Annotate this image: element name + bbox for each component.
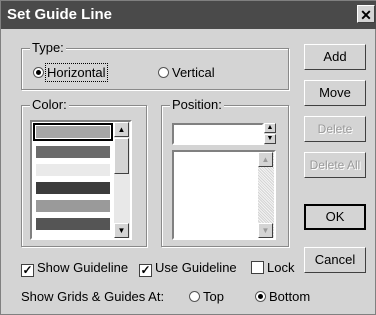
color-swatch[interactable] [36,200,110,212]
type-group: Type: Horizontal Vertical [21,40,289,90]
scroll-up-icon[interactable]: ▲ [258,152,273,167]
vertical-radio[interactable]: Vertical [158,65,215,80]
color-swatch-selected[interactable] [33,123,113,141]
add-button[interactable]: Add [304,44,366,70]
title-bar[interactable]: Set Guide Line ✕ [1,1,376,29]
radio-dot-icon [255,291,266,302]
ok-button[interactable]: OK [304,204,366,230]
scroll-thumb[interactable] [114,138,129,174]
bottom-label: Bottom [269,289,311,304]
spin-up-icon[interactable]: ▲ [264,123,276,133]
horizontal-radio[interactable]: Horizontal [33,63,108,82]
position-input[interactable] [172,123,264,145]
position-list[interactable]: ▲ ▼ [172,150,276,240]
close-icon: ✕ [360,7,372,23]
color-swatch[interactable] [36,164,110,176]
spin-down-icon[interactable]: ▼ [264,134,276,144]
window-title: Set Guide Line [7,6,113,23]
set-guide-line-dialog: Set Guide Line ✕ Type: Horizontal Vertic… [0,0,376,315]
show-guideline-label: Show Guideline [37,260,129,275]
color-swatch[interactable] [36,218,110,230]
lock-checkbox[interactable]: Lock [251,260,294,275]
type-label: Type: [30,40,66,55]
color-swatch[interactable] [36,182,110,194]
position-group: Position: ▲ ▼ ▲ ▼ [161,97,289,247]
scroll-up-icon[interactable]: ▲ [114,122,129,137]
color-list-scrollbar[interactable]: ▲ ▼ [114,122,130,238]
close-button[interactable]: ✕ [357,5,375,23]
horizontal-label: Horizontal [45,63,108,82]
top-radio[interactable]: Top [189,289,224,304]
scroll-down-icon[interactable]: ▼ [258,223,273,238]
color-label: Color: [30,97,69,112]
show-grids-label: Show Grids & Guides At: [21,289,165,304]
top-label: Top [203,289,224,304]
show-guideline-checkbox[interactable]: ✓ Show Guideline [21,260,128,277]
cancel-button[interactable]: Cancel [304,247,366,273]
move-button[interactable]: Move [304,80,366,106]
bottom-radio[interactable]: Bottom [255,289,310,304]
use-guideline-label: Use Guideline [155,260,237,275]
color-list[interactable]: ▲ ▼ [30,120,132,240]
checkmark-icon: ✓ [139,263,152,277]
checkbox-empty-icon [251,261,264,274]
delete-all-button[interactable]: Delete All [304,152,366,178]
color-swatch[interactable] [36,146,110,158]
color-group: Color: ▲ ▼ [21,97,147,247]
delete-button[interactable]: Delete [304,116,366,142]
lock-label: Lock [267,260,295,275]
position-list-scrollbar[interactable]: ▲ ▼ [258,152,274,238]
radio-dot-icon [158,67,169,78]
position-label: Position: [170,97,224,112]
radio-dot-icon [33,67,44,78]
vertical-label: Vertical [172,65,215,80]
use-guideline-checkbox[interactable]: ✓ Use Guideline [139,260,237,277]
scroll-down-icon[interactable]: ▼ [114,223,129,238]
radio-dot-icon [189,291,200,302]
checkmark-icon: ✓ [21,263,34,277]
